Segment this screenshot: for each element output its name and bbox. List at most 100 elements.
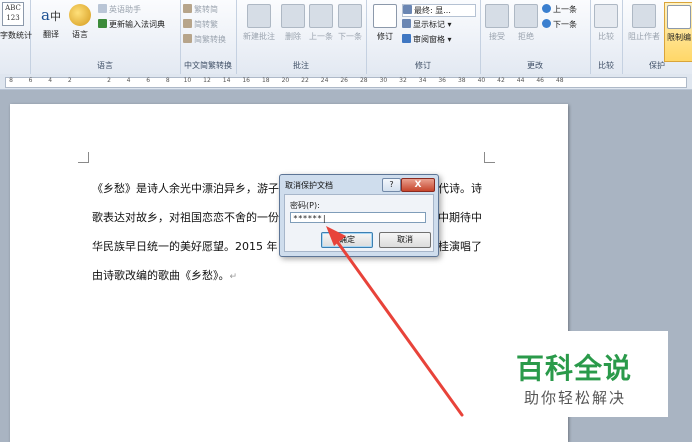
close-button[interactable]: X — [401, 178, 435, 192]
paragraph-mark: ↵ — [229, 272, 238, 282]
ruler-tick: 10 — [183, 77, 192, 84]
update-ime-dictionary-button[interactable]: 更新输入法词典 — [98, 19, 165, 30]
document-line-4: 由诗歌改编的歌曲《乡愁》。↵ — [92, 267, 237, 283]
accept-button[interactable]: 接受 — [482, 4, 512, 42]
ok-button[interactable]: 确定 — [321, 232, 373, 248]
previous-change-button[interactable]: 上一条 — [542, 4, 577, 15]
english-assistant-icon — [98, 4, 107, 13]
protect-group: 阻止作者 限制编 保护 — [622, 0, 692, 74]
document-line-2: 歌表达对故乡，对祖国恋恋不舍的一份 — [92, 211, 279, 224]
word-count-button[interactable]: 字数统计 — [0, 30, 32, 41]
ruler-tick: 8 — [9, 77, 13, 84]
document-line-2-end: 中期待中 — [438, 211, 482, 224]
next-change-icon — [542, 19, 551, 28]
ruler-tick: 46 — [536, 77, 545, 84]
document-line-1: 《乡愁》是诗人余光中漂泊异乡，游子 — [92, 182, 279, 195]
language-button[interactable]: 语言 — [65, 4, 95, 40]
delete-comment-icon — [281, 4, 305, 28]
compare-button[interactable]: 比较 — [591, 4, 621, 42]
document-line-3: 华民族早日统一的美好愿望。2015 年 — [92, 240, 278, 253]
ruler-tick: 6 — [146, 77, 151, 84]
cancel-button[interactable]: 取消 — [379, 232, 431, 248]
ruler-tick: 44 — [516, 77, 525, 84]
ruler-tick: 42 — [497, 77, 505, 84]
chinese-conversion-group-label: 中文简繁转换 — [184, 61, 232, 70]
simp-to-trad-icon — [183, 19, 192, 28]
tracking-group-label: 修订 — [415, 61, 431, 70]
reject-icon — [514, 4, 538, 28]
compare-group: 比较 比较 — [590, 0, 623, 74]
new-comment-icon — [247, 4, 271, 28]
document-line-3-end: 桂演唱了 — [438, 240, 482, 253]
final-view-dropdown[interactable]: 最终: 显... — [402, 4, 476, 17]
trad-to-simp-button[interactable]: 繁转简 — [183, 4, 218, 15]
watermark-logo: 百科全说 助你轻松解决 — [510, 331, 668, 417]
crop-mark-top-left — [78, 152, 89, 163]
ruler-tick: 34 — [418, 77, 427, 84]
comments-group: 新建批注 删除 上一条 下一条 批注 — [236, 0, 367, 74]
show-markup-button[interactable]: 显示标记 ▾ — [402, 19, 452, 30]
ruler-tick: 2 — [67, 77, 72, 84]
english-assistant-button[interactable]: 英语助手 — [98, 4, 141, 15]
conversion-icon — [183, 34, 192, 43]
dialog-body: 密码(P): ******| 确定 取消 — [284, 194, 434, 252]
show-markup-icon — [402, 19, 411, 28]
ruler-tick: 40 — [477, 77, 486, 84]
next-comment-button[interactable]: 下一条 — [335, 4, 365, 42]
ruler-tick: 18 — [261, 77, 270, 84]
review-pane-icon — [402, 34, 411, 43]
simp-to-trad-button[interactable]: 简转繁 — [183, 19, 218, 30]
ruler-tick: 30 — [379, 77, 388, 84]
block-authors-icon — [632, 4, 656, 28]
accept-icon — [485, 4, 509, 28]
watermark-subtitle: 助你轻松解决 — [524, 389, 627, 407]
password-input[interactable]: ******| — [290, 212, 426, 223]
next-comment-icon — [338, 4, 362, 28]
language-group-label: 语言 — [97, 61, 113, 70]
ruler-tick: 2 — [107, 77, 111, 84]
language-group: a中 翻译 语言 英语助手 更新输入法词典 语言 — [30, 0, 181, 74]
tracking-group: 修订 最终: 显... 显示标记 ▾ 审阅窗格 ▾ 修订 — [366, 0, 481, 74]
ruler-tick: 12 — [203, 77, 211, 84]
abc-123-icon: ABC 123 — [2, 2, 24, 26]
restrict-editing-button[interactable]: 限制编 — [664, 2, 692, 62]
document-line-4-text: 由诗歌改编的歌曲《乡愁》。 — [92, 269, 230, 282]
review-pane-button[interactable]: 审阅窗格 ▾ — [402, 34, 452, 45]
reject-button[interactable]: 拒绝 — [511, 4, 541, 42]
dictionary-icon — [98, 19, 107, 28]
final-view-icon — [403, 5, 412, 14]
document-page[interactable]: 《乡愁》是诗人余光中漂泊异乡，游子 歌表达对故乡，对祖国恋恋不舍的一份 华民族早… — [10, 104, 568, 442]
help-button[interactable]: ? — [382, 178, 401, 192]
ruler-tick: 22 — [301, 77, 309, 84]
previous-comment-button[interactable]: 上一条 — [306, 4, 336, 42]
chinese-conversion-button[interactable]: 简繁转换 — [183, 34, 226, 45]
track-changes-button[interactable]: 修订 — [370, 4, 400, 42]
ruler-tick: 48 — [555, 77, 564, 84]
comments-group-label: 批注 — [293, 61, 309, 70]
changes-group-label: 更改 — [527, 61, 543, 70]
trad-to-simp-icon — [183, 4, 192, 13]
protect-group-label: 保护 — [649, 61, 665, 70]
password-value: ****** — [293, 214, 322, 223]
next-change-button[interactable]: 下一条 — [542, 19, 577, 30]
translate-button[interactable]: a中 翻译 — [36, 4, 66, 40]
language-globe-icon — [69, 4, 91, 26]
ruler-tick: 26 — [340, 77, 349, 84]
block-authors-button[interactable]: 阻止作者 — [625, 4, 663, 42]
proofing-group: ABC 123 字数统计 — [0, 0, 32, 74]
changes-group: 接受 拒绝 上一条 下一条 更改 — [480, 0, 591, 74]
dialog-title: 取消保护文档 — [285, 181, 333, 190]
ruler-tick: 28 — [359, 77, 368, 84]
new-comment-button[interactable]: 新建批注 — [240, 4, 278, 42]
ruler-tick: 4 — [126, 77, 131, 84]
delete-comment-button[interactable]: 删除 — [278, 4, 308, 42]
ruler-tick: 16 — [242, 77, 251, 84]
ruler-tick: 24 — [320, 77, 329, 84]
ruler-tick: 38 — [457, 77, 466, 84]
ruler-tick: 14 — [222, 77, 231, 84]
ruler-tick: 36 — [438, 77, 447, 84]
horizontal-ruler[interactable]: 8 6 4 2 2 4 6 8 10 12 14 16 18 20 22 24 26 28 30 32 34 36 38 40… — [0, 74, 692, 90]
ruler-tick: 6 — [28, 77, 33, 84]
password-label: 密码(P): — [290, 201, 320, 210]
chinese-conversion-group: 繁转简 简转繁 简繁转换 中文简繁转换 — [180, 0, 237, 74]
